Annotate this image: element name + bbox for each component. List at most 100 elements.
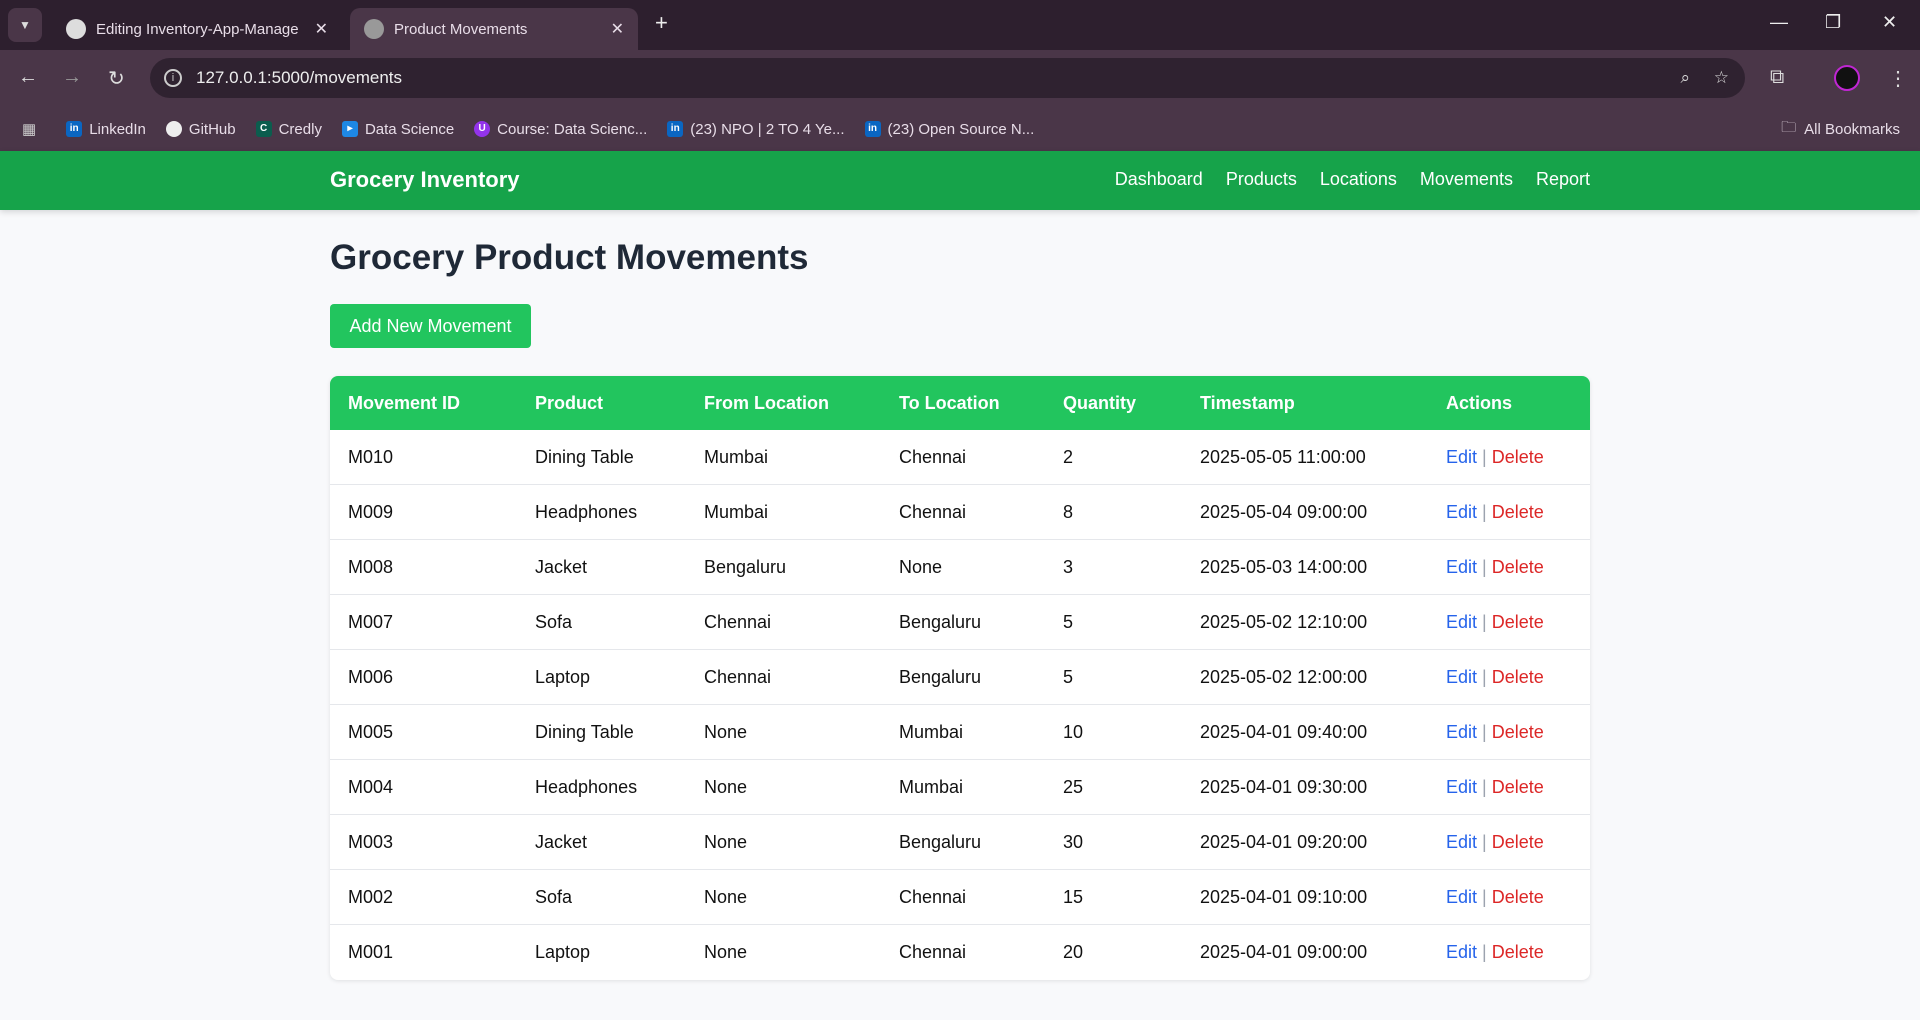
- edit-link[interactable]: Edit: [1446, 942, 1477, 962]
- tab-github[interactable]: Editing Inventory-App-Manage ✕: [52, 8, 342, 50]
- edit-link[interactable]: Edit: [1446, 887, 1477, 907]
- actions-cell: Edit | Delete: [1446, 447, 1544, 468]
- col-actions: Actions: [1446, 392, 1513, 413]
- all-bookmarks[interactable]: 🗀 All Bookmarks: [1781, 117, 1900, 142]
- delete-link[interactable]: Delete: [1492, 722, 1544, 742]
- restore-button[interactable]: ❐: [1825, 12, 1841, 33]
- info-icon[interactable]: i: [164, 69, 182, 87]
- cell-to-location: Chennai: [899, 886, 967, 907]
- cell-quantity: 20: [1063, 942, 1084, 962]
- cell-product: Jacket: [535, 831, 588, 852]
- bookmark-course[interactable]: U Course: Data Scienc...: [474, 121, 647, 138]
- nav-movements[interactable]: Movements: [1420, 169, 1513, 190]
- col-to-location: To Location: [899, 392, 1000, 413]
- linkedin-icon: in: [667, 121, 684, 137]
- delete-link[interactable]: Delete: [1492, 502, 1544, 522]
- actions-cell: Edit | Delete: [1446, 502, 1544, 523]
- cell-timestamp: 2025-04-01 09:00:00: [1200, 942, 1368, 962]
- table-row: M006 Laptop Chennai Bengaluru 5 2025-05-02 12…: [330, 650, 1590, 705]
- cell-quantity: 15: [1063, 886, 1084, 907]
- delete-link[interactable]: Delete: [1492, 667, 1544, 687]
- extensions-icon[interactable]: ⧉: [1770, 66, 1784, 89]
- cell-timestamp: 2025-05-02 12:00:00: [1200, 666, 1368, 687]
- nav-report[interactable]: Report: [1536, 169, 1590, 190]
- delete-link[interactable]: Delete: [1492, 557, 1544, 577]
- edit-link[interactable]: Edit: [1446, 667, 1477, 687]
- bookmark-data-science[interactable]: ▸ Data Science: [341, 121, 454, 138]
- url-input[interactable]: i 127.0.0.1:5000/movements ⌕ ☆: [150, 58, 1745, 98]
- table-row: M002 Sofa None Chennai 15 2025-04-01 09:10:00…: [330, 870, 1590, 925]
- star-icon[interactable]: ☆: [1714, 58, 1729, 98]
- edit-link[interactable]: Edit: [1446, 722, 1477, 742]
- new-tab-button[interactable]: +: [655, 10, 668, 36]
- cell-quantity: 5: [1063, 666, 1074, 687]
- bookmark-github[interactable]: GitHub: [165, 121, 236, 138]
- separator: |: [1482, 942, 1487, 962]
- delete-link[interactable]: Delete: [1492, 832, 1544, 852]
- edit-link[interactable]: Edit: [1446, 447, 1477, 467]
- delete-link[interactable]: Delete: [1492, 777, 1544, 797]
- bookmark-npo[interactable]: in (23) NPO | 2 TO 4 Ye...: [667, 121, 845, 138]
- browser-tab-bar: ▼ Editing Inventory-App-Manage ✕ Product …: [0, 0, 1920, 50]
- cell-to-location: Mumbai: [899, 776, 964, 797]
- close-tab-icon[interactable]: ✕: [315, 19, 328, 39]
- linkedin-icon: in: [66, 121, 83, 137]
- edit-link[interactable]: Edit: [1446, 502, 1477, 522]
- close-window-button[interactable]: ✕: [1882, 12, 1897, 33]
- zoom-icon[interactable]: ⌕: [1680, 58, 1690, 98]
- table-row: M001 Laptop None Chennai 20 2025-04-01 09:00:…: [330, 925, 1590, 980]
- tab-search-button[interactable]: ▼: [8, 8, 42, 42]
- cell-timestamp: 2025-05-05 11:00:00: [1200, 446, 1366, 467]
- delete-link[interactable]: Delete: [1492, 447, 1544, 467]
- bookmark-credly[interactable]: C Credly: [255, 121, 322, 138]
- col-product: Product: [535, 392, 604, 413]
- close-tab-icon[interactable]: ✕: [611, 19, 624, 39]
- nav-dashboard[interactable]: Dashboard: [1115, 169, 1203, 190]
- address-bar-row: ← → ↻ i 127.0.0.1:5000/movements ⌕ ☆ ⧉ ⋮: [0, 50, 1920, 107]
- globe-icon: [364, 19, 384, 39]
- forward-icon[interactable]: →: [62, 66, 82, 89]
- tab-product-movements[interactable]: Product Movements ✕: [350, 8, 638, 50]
- cell-from-location: Chennai: [704, 611, 772, 632]
- cell-from-location: Mumbai: [704, 446, 769, 467]
- profile-avatar[interactable]: [1834, 65, 1860, 91]
- cell-product: Jacket: [535, 556, 588, 577]
- cell-to-location: Mumbai: [899, 721, 964, 742]
- actions-cell: Edit | Delete: [1446, 887, 1544, 908]
- menu-icon[interactable]: ⋮: [1888, 66, 1908, 91]
- cell-timestamp: 2025-05-02 12:10:00: [1200, 611, 1368, 632]
- cell-movement-id: M006: [348, 666, 394, 687]
- col-quantity: Quantity: [1063, 392, 1137, 413]
- back-icon[interactable]: ←: [18, 66, 38, 89]
- nav-locations[interactable]: Locations: [1320, 169, 1397, 190]
- separator: |: [1482, 666, 1487, 687]
- delete-link[interactable]: Delete: [1492, 612, 1544, 632]
- edit-link[interactable]: Edit: [1446, 832, 1477, 852]
- table-row: M007 Sofa Chennai Bengaluru 5 2025-05-02 12:1…: [330, 595, 1590, 650]
- main-nav: Dashboard Products Locations Movements R…: [1115, 169, 1590, 190]
- reload-icon[interactable]: ↻: [108, 66, 125, 91]
- data-science-icon: ▸: [341, 121, 358, 137]
- table-row: M004 Headphones None Mumbai 25 2025-04-01 09:…: [330, 760, 1590, 815]
- edit-link[interactable]: Edit: [1446, 777, 1477, 797]
- minimize-button[interactable]: —: [1770, 12, 1788, 33]
- cell-product: Headphones: [535, 776, 638, 797]
- cell-to-location: Chennai: [899, 446, 967, 467]
- add-movement-button[interactable]: Add New Movement: [330, 304, 531, 348]
- col-timestamp: Timestamp: [1200, 392, 1295, 413]
- delete-link[interactable]: Delete: [1492, 887, 1544, 907]
- cell-to-location: Bengaluru: [899, 611, 982, 632]
- cell-product: Laptop: [535, 666, 591, 687]
- brand-link[interactable]: Grocery Inventory: [330, 167, 520, 193]
- delete-link[interactable]: Delete: [1492, 942, 1544, 962]
- bookmark-open-source[interactable]: in (23) Open Source N...: [864, 121, 1034, 138]
- separator: |: [1482, 611, 1487, 632]
- movements-table: Movement ID Product From Location To Loc…: [330, 376, 1590, 980]
- cell-movement-id: M009: [348, 501, 394, 522]
- edit-link[interactable]: Edit: [1446, 612, 1477, 632]
- bookmark-linkedin[interactable]: in LinkedIn: [66, 121, 146, 138]
- cell-movement-id: M010: [348, 446, 394, 467]
- edit-link[interactable]: Edit: [1446, 557, 1477, 577]
- nav-products[interactable]: Products: [1226, 169, 1297, 190]
- apps-icon[interactable]: ▦: [22, 120, 36, 138]
